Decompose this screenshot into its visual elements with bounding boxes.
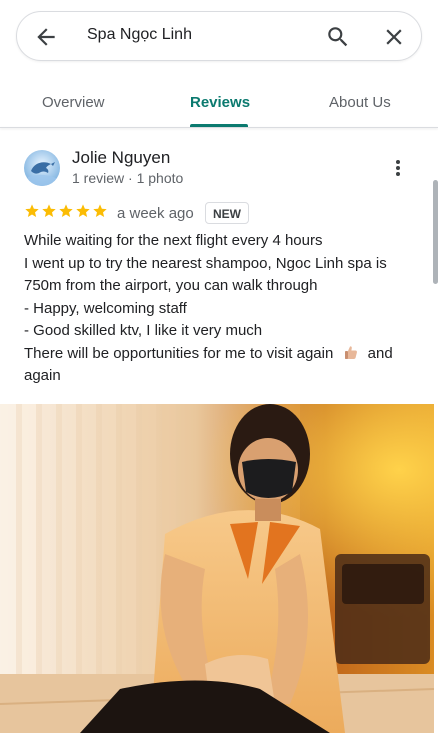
reviewer-name[interactable]: Jolie Nguyen bbox=[72, 148, 170, 168]
review-line-text: There will be opportunities for me to vi… bbox=[24, 344, 334, 362]
star-icon bbox=[76, 204, 90, 217]
more-vert-icon[interactable] bbox=[388, 156, 408, 180]
search-input[interactable]: Spa Ngọc Linh bbox=[87, 26, 192, 44]
review-line: While waiting for the next flight every … bbox=[24, 232, 323, 249]
new-badge: NEW bbox=[205, 202, 249, 224]
star-icon bbox=[42, 204, 56, 217]
search-icon[interactable] bbox=[325, 24, 351, 50]
search-bar: Spa Ngọc Linh bbox=[16, 11, 422, 61]
review-line: - Good skilled ktv, I like it very much bbox=[24, 322, 263, 339]
star-icon bbox=[59, 204, 73, 217]
tab-bar: Overview Reviews About Us bbox=[0, 80, 438, 127]
scrollbar[interactable] bbox=[433, 180, 438, 284]
thumbs-up-emoji bbox=[344, 345, 358, 360]
review-line: again bbox=[24, 367, 61, 384]
close-icon[interactable] bbox=[381, 24, 407, 50]
avatar[interactable] bbox=[24, 150, 60, 186]
tabs-divider bbox=[0, 127, 438, 128]
review-line: 750m from the airport, you can walk thro… bbox=[24, 277, 318, 294]
star-icon bbox=[25, 204, 39, 217]
review-line: - Happy, welcoming staff bbox=[24, 299, 187, 317]
back-arrow-icon[interactable] bbox=[33, 24, 59, 50]
star-icon bbox=[93, 204, 107, 217]
tab-about-us[interactable]: About Us bbox=[329, 94, 391, 111]
review-age: a week ago bbox=[117, 205, 194, 222]
star-rating bbox=[24, 203, 109, 221]
tab-reviews[interactable]: Reviews bbox=[190, 94, 250, 111]
review-text: While waiting for the next flight every … bbox=[24, 230, 416, 388]
review-photo[interactable] bbox=[0, 404, 434, 733]
review-line: There will be opportunities for me to vi… bbox=[24, 343, 416, 366]
reviewer-meta: 1 review · 1 photo bbox=[72, 170, 184, 186]
review-line-text: and bbox=[367, 344, 393, 362]
tab-overview[interactable]: Overview bbox=[42, 94, 105, 111]
review-line: I went up to try the nearest shampoo, Ng… bbox=[24, 254, 387, 272]
